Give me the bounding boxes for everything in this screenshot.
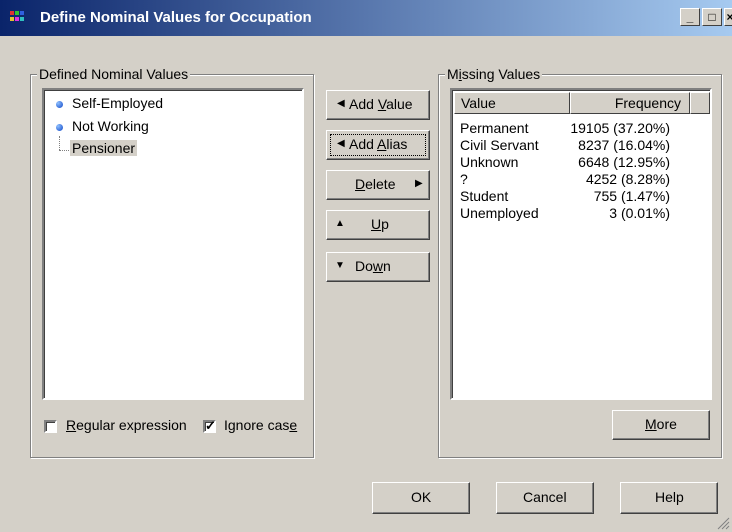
table-row[interactable]: Unknown 6648 (12.95%) <box>460 154 670 170</box>
column-header-frequency[interactable]: Frequency <box>570 92 690 114</box>
more-label: More <box>645 416 677 432</box>
cell-frequency: 3 (0.01%) <box>609 205 670 221</box>
table-row[interactable]: Permanent 19105 (37.20%) <box>460 120 670 136</box>
regex-checkbox[interactable] <box>44 420 57 433</box>
regex-label[interactable]: Regular expression <box>66 417 187 433</box>
tree-connector <box>59 150 69 151</box>
tree-item-label: Not Working <box>72 118 149 134</box>
table-row[interactable]: ? 4252 (8.28%) <box>460 171 670 187</box>
add-alias-button[interactable]: ◀ Add Alias <box>326 130 430 160</box>
defined-values-group-label: Defined Nominal Values <box>37 66 191 82</box>
table-row[interactable]: Student 755 (1.47%) <box>460 188 670 204</box>
minimize-icon: _ <box>686 10 694 24</box>
tree-item-label: Self-Employed <box>72 95 164 111</box>
triangle-up-icon: ▲ <box>335 218 345 229</box>
cell-value: Unemployed <box>460 205 539 221</box>
up-button[interactable]: ▲ Up <box>326 210 430 240</box>
down-button[interactable]: ▼ Down <box>326 252 430 282</box>
checkmark-icon: ✓ <box>205 418 216 433</box>
regex-label-rest: egular expression <box>76 417 187 433</box>
missing-values-group-label: Missing Values <box>445 66 543 82</box>
cell-value: Permanent <box>460 120 529 136</box>
triangle-left-icon: ◀ <box>337 138 345 149</box>
title-bar[interactable]: Define Nominal Values for Occupation _ □… <box>0 0 732 36</box>
column-header-value[interactable]: Value <box>454 92 570 114</box>
bullet-icon <box>56 124 63 131</box>
up-label: Up <box>371 216 389 232</box>
add-value-label: Add Value <box>349 96 413 112</box>
cell-frequency: 6648 (12.95%) <box>578 154 670 170</box>
more-button[interactable]: More <box>612 410 710 440</box>
ok-label: OK <box>411 489 432 505</box>
tree-connector <box>59 136 60 150</box>
window-title: Define Nominal Values for Occupation <box>40 9 312 26</box>
cancel-label: Cancel <box>523 489 567 505</box>
ignore-case-checkbox[interactable]: ✓ <box>203 418 216 433</box>
defined-values-tree[interactable]: Self-Employed Not Working Pensioner <box>42 88 304 400</box>
ignore-case-label[interactable]: Ignore case <box>224 417 297 433</box>
help-label: Help <box>655 489 684 505</box>
tree-item-label: Pensioner <box>70 140 138 156</box>
triangle-down-icon: ▼ <box>335 260 345 271</box>
delete-label: Delete <box>355 176 396 192</box>
cell-value: Unknown <box>460 154 519 170</box>
cell-frequency: 4252 (8.28%) <box>585 171 670 187</box>
missing-values-table[interactable]: Value Frequency Permanent 19105 (37.20%)… <box>450 88 712 400</box>
down-label: Down <box>355 258 391 274</box>
cell-frequency: 8237 (16.04%) <box>578 137 670 153</box>
cell-value: Civil Servant <box>460 137 539 153</box>
cell-frequency: 19105 (37.20%) <box>570 120 670 136</box>
close-icon: × <box>726 10 732 24</box>
table-row[interactable]: Unemployed 3 (0.01%) <box>460 205 670 221</box>
table-row[interactable]: Civil Servant 8237 (16.04%) <box>460 137 670 153</box>
add-alias-label: Add Alias <box>349 136 408 152</box>
tree-item[interactable]: Not Working <box>56 118 149 134</box>
resize-grip-icon[interactable] <box>716 516 730 530</box>
tree-item-selected[interactable]: Pensioner <box>70 140 138 156</box>
bullet-icon <box>56 101 63 108</box>
dialog-window: Define Nominal Values for Occupation _ □… <box>0 0 732 532</box>
cancel-button[interactable]: Cancel <box>496 482 594 514</box>
add-value-button[interactable]: ◀ Add Value <box>326 90 430 120</box>
ignore-case-label-mnemonic: e <box>289 417 298 433</box>
ok-button[interactable]: OK <box>372 482 470 514</box>
triangle-left-icon: ◀ <box>337 98 345 109</box>
column-header-filler <box>690 92 710 114</box>
close-button[interactable]: × <box>724 8 732 26</box>
cell-value: Student <box>460 188 509 204</box>
help-button[interactable]: Help <box>620 482 718 514</box>
ignore-case-label-main: Ignore cas <box>224 417 290 433</box>
app-icon <box>10 11 24 21</box>
delete-button[interactable]: Delete ▶ <box>326 170 430 200</box>
cell-value: ? <box>460 171 468 187</box>
triangle-right-icon: ▶ <box>415 178 423 189</box>
maximize-button[interactable]: □ <box>702 8 722 26</box>
tree-item[interactable]: Self-Employed <box>56 95 163 111</box>
minimize-button[interactable]: _ <box>680 8 700 26</box>
cell-frequency: 755 (1.47%) <box>593 188 670 204</box>
regex-label-mnemonic: R <box>66 417 77 433</box>
maximize-icon: □ <box>708 10 716 24</box>
